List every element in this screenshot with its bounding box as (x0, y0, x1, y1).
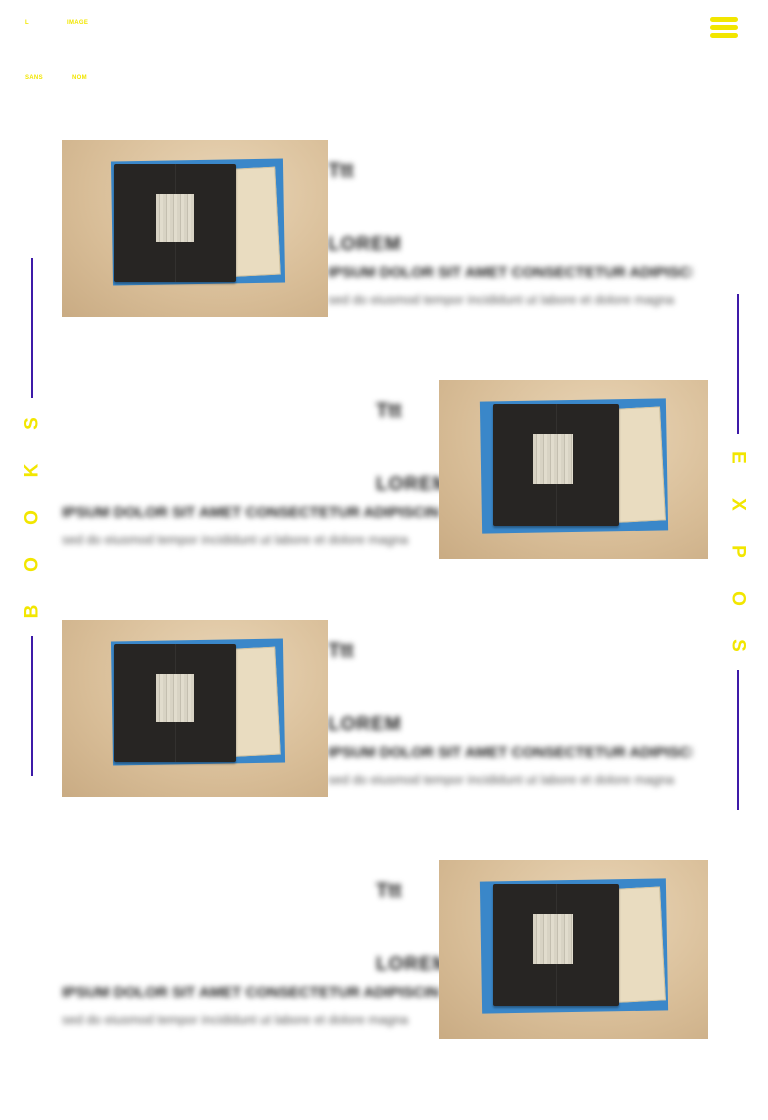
nav-books-letter: O (21, 557, 43, 572)
nav-expos-letters: E X P O S (726, 434, 750, 670)
entry-thumbnail[interactable] (62, 140, 328, 317)
menu-bar (710, 33, 738, 38)
logo-word-3: SANS (25, 75, 43, 81)
entry-body-line-2: sed do eiusmod tempor incididunt ut labo… (328, 772, 675, 787)
nav-expos-letter: S (727, 639, 749, 652)
entry-title: Ttt (376, 880, 402, 902)
entry-text: Ttt LOREM IPSUM DOLOR SIT AMET CONSECTET… (328, 640, 708, 787)
entry-body-line-1: IPSUM DOLOR SIT AMET CONSECTETUR ADIPISC… (62, 984, 440, 1001)
hamburger-menu-icon[interactable] (708, 14, 742, 44)
book-label (533, 434, 573, 484)
entry-title: Ttt (328, 160, 354, 182)
entry-lead: LOREM (328, 714, 402, 735)
book-label (156, 674, 194, 722)
entry-card: Ttt LOREM IPSUM DOLOR SIT AMET CONSECTET… (62, 860, 708, 1040)
entry-title: Ttt (328, 640, 354, 662)
entry-card: Ttt LOREM IPSUM DOLOR SIT AMET CONSECTET… (62, 140, 708, 318)
logo-word-2: IMAGE (67, 20, 89, 26)
entry-text: Ttt LOREM IPSUM DOLOR SIT AMET CONSECTET… (328, 160, 708, 307)
nav-books-line-top (31, 258, 33, 398)
entry-text: Ttt LOREM IPSUM DOLOR SIT AMET CONSECTET… (62, 880, 449, 1027)
entry-thumbnail[interactable] (439, 860, 708, 1039)
nav-books-letter: O (21, 510, 43, 525)
nav-expos-line-bottom (737, 670, 739, 810)
entry-body-line-1: IPSUM DOLOR SIT AMET CONSECTETUR ADIPISC… (328, 744, 692, 761)
nav-expos-line-top (737, 294, 739, 434)
nav-expos-letter: O (727, 591, 749, 606)
book-label (156, 194, 194, 242)
entry-body-line-1: IPSUM DOLOR SIT AMET CONSECTETUR ADIPISC… (62, 504, 440, 521)
nav-books-letters: S K O O B (20, 400, 44, 634)
site-logo[interactable]: L IMAGE SANS NOM (24, 20, 144, 90)
entry-thumbnail[interactable] (62, 620, 328, 797)
entry-thumbnail[interactable] (439, 380, 708, 559)
logo-word-1: L (25, 20, 29, 26)
nav-expos[interactable]: E X P O S (726, 294, 750, 810)
menu-bar (710, 17, 738, 22)
entry-title: Ttt (376, 400, 402, 422)
nav-books-letter: K (21, 463, 43, 478)
book-label (533, 914, 573, 964)
nav-books-line-bottom (31, 636, 33, 776)
nav-expos-letter: P (727, 545, 749, 558)
menu-bar (710, 25, 738, 30)
entry-card: Ttt LOREM IPSUM DOLOR SIT AMET CONSECTET… (62, 380, 708, 560)
nav-books-letter: B (21, 604, 43, 619)
entry-card: Ttt LOREM IPSUM DOLOR SIT AMET CONSECTET… (62, 620, 708, 798)
nav-expos-letter: E (727, 451, 749, 464)
nav-expos-letter: X (727, 498, 749, 511)
entry-body-line-2: sed do eiusmod tempor incididunt ut labo… (62, 532, 409, 547)
entry-text: Ttt LOREM IPSUM DOLOR SIT AMET CONSECTET… (62, 400, 449, 547)
nav-books[interactable]: S K O O B (20, 258, 44, 776)
entry-body-line-1: IPSUM DOLOR SIT AMET CONSECTETUR ADIPISC… (328, 264, 692, 281)
logo-word-4: NOM (72, 75, 87, 81)
entry-lead: LOREM (328, 234, 402, 255)
entry-body-line-2: sed do eiusmod tempor incididunt ut labo… (62, 1012, 409, 1027)
entry-body-line-2: sed do eiusmod tempor incididunt ut labo… (328, 292, 675, 307)
page: L IMAGE SANS NOM S K O O B E X P O S Ttt… (0, 0, 768, 1120)
nav-books-letter: S (21, 417, 43, 430)
